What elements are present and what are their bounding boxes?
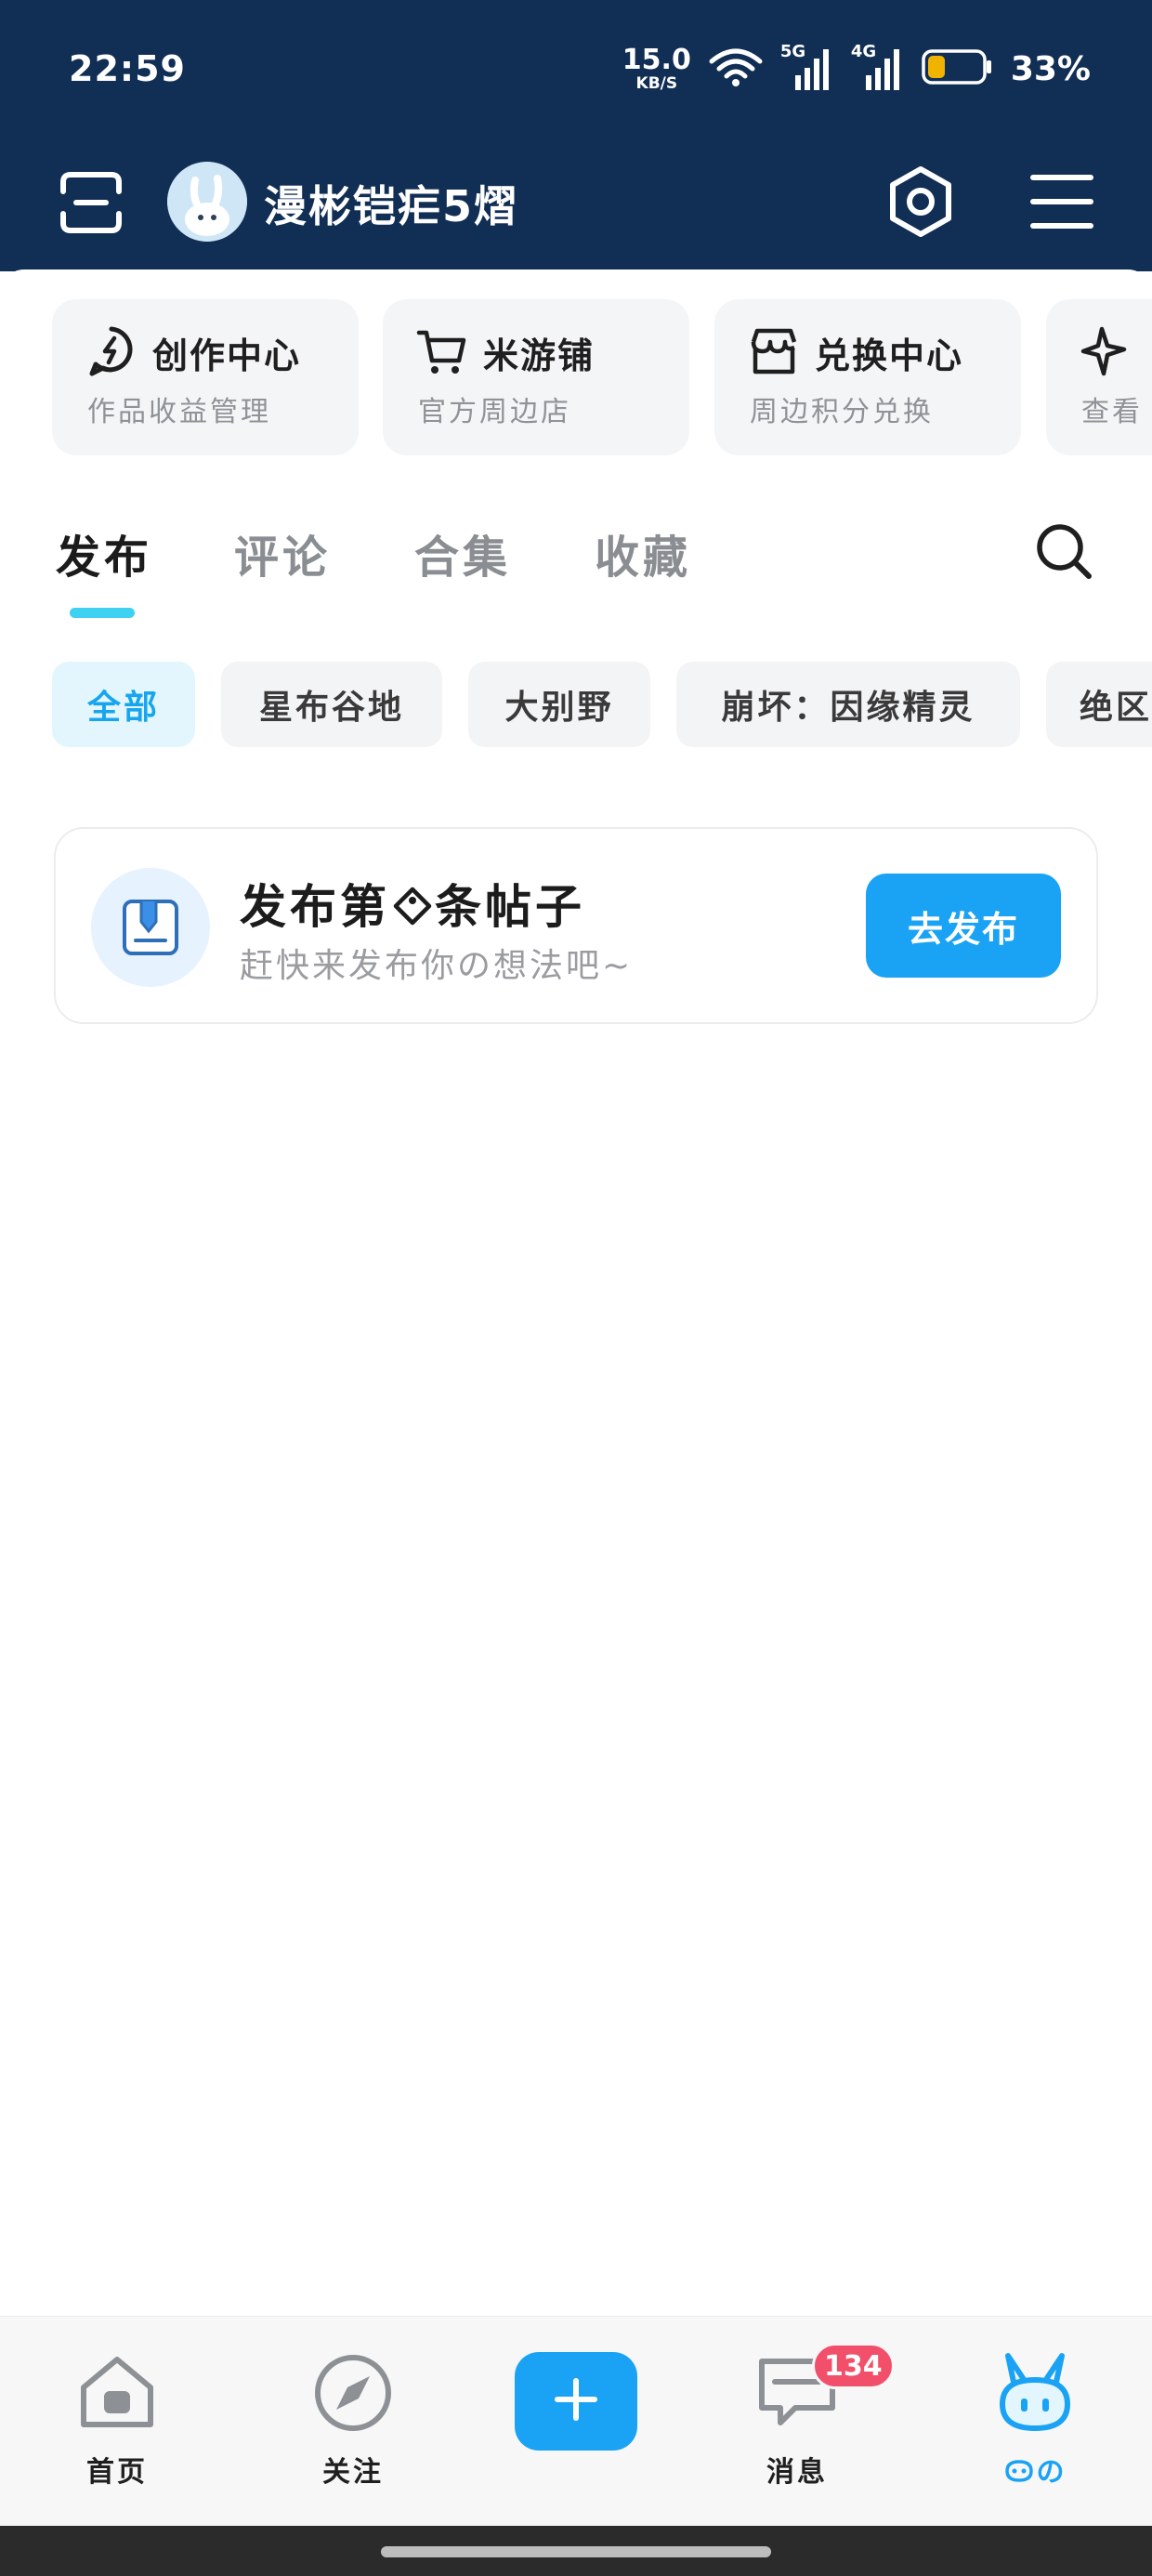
quick-links-row: 创作中心 作品收益管理 米游铺 官方周边店 兑换中心 周边积分兑换 查看 <box>52 299 1152 455</box>
quick-link-title: 创作中心 <box>152 335 302 376</box>
status-time: 22:59 <box>69 48 186 89</box>
search-button[interactable] <box>1033 522 1094 584</box>
sparkle-icon <box>1080 325 1132 377</box>
nav-follow[interactable]: 关注 <box>260 2317 446 2527</box>
profile-topbar: 漫彬铠疟5熠 <box>0 149 1152 260</box>
scan-button[interactable] <box>54 167 128 242</box>
home-icon <box>72 2348 162 2438</box>
post-book-icon <box>91 868 210 987</box>
post-prompt-subtitle: 赶快来发布你の想法吧~ <box>240 947 634 985</box>
nav-me[interactable]: の <box>942 2317 1128 2527</box>
mini-bunny-icon <box>1003 2457 1035 2490</box>
status-indicators: 15.0 KB/S 5G 4G 33% <box>622 42 1091 95</box>
quick-link-subtitle: 官方周边店 <box>418 396 571 428</box>
nav-label: の <box>942 2449 1128 2490</box>
signal-5g-icon: 5G <box>780 42 834 92</box>
tab-collections[interactable]: 合集 <box>414 520 511 585</box>
bunny-avatar-icon <box>167 162 247 242</box>
nav-label: 消息 <box>766 2456 828 2489</box>
battery-icon <box>922 48 994 89</box>
network-speed-unit: KB/S <box>635 73 678 93</box>
lightning-bulb-icon <box>85 325 137 377</box>
status-bar: 22:59 15.0 KB/S 5G 4G 33% <box>0 0 1152 139</box>
avatar[interactable] <box>167 162 247 242</box>
quick-link-subtitle: 作品收益管理 <box>87 396 271 428</box>
tag-icon <box>392 884 433 938</box>
first-post-prompt: 发布第 条帖子 赶快来发布你の想法吧~ 去发布 <box>54 827 1098 1024</box>
quick-link-creator-center[interactable]: 创作中心 作品收益管理 <box>52 299 359 455</box>
go-publish-button[interactable]: 去发布 <box>866 874 1061 978</box>
tab-publish[interactable]: 发布 <box>56 520 152 585</box>
cart-icon <box>416 325 468 377</box>
chip-all[interactable]: 全部 <box>52 662 195 747</box>
quick-link-title: 兑换中心 <box>815 335 964 376</box>
signal-4g-icon: 4G <box>851 42 905 92</box>
compass-icon <box>308 2348 398 2438</box>
search-icon <box>1033 520 1094 585</box>
post-prompt-title: 发布第 条帖子 <box>240 870 585 938</box>
bunny-icon <box>990 2348 1080 2438</box>
settings-hexagon-icon <box>883 164 959 243</box>
chip-zone[interactable]: 绝区 <box>1046 662 1152 747</box>
quick-link-title: 米游铺 <box>483 335 596 376</box>
create-post-button[interactable] <box>515 2352 637 2451</box>
tab-favorites[interactable]: 收藏 <box>595 520 691 585</box>
message-count-badge: 134 <box>812 2343 895 2389</box>
settings-button[interactable] <box>879 162 962 245</box>
nav-home[interactable]: 首页 <box>24 2317 210 2527</box>
quick-link-subtitle: 周边积分兑换 <box>750 396 934 428</box>
battery-percent: 33% <box>1010 49 1091 88</box>
category-chips: 全部 星布谷地 大别野 崩坏：因缘精灵 绝区 <box>52 662 1152 747</box>
menu-button[interactable] <box>1020 162 1104 245</box>
bottom-navigation: 首页 关注 消息 134 の <box>0 2316 1152 2526</box>
post-prompt-title-suffix: 条帖子 <box>435 880 585 934</box>
username[interactable]: 漫彬铠疟5熠 <box>264 173 518 234</box>
hamburger-menu-icon <box>1029 172 1094 235</box>
shop-icon <box>748 325 800 377</box>
quick-link-shop[interactable]: 米游铺 官方周边店 <box>383 299 689 455</box>
post-prompt-title-prefix: 发布第 <box>240 880 390 934</box>
quick-link-partial[interactable]: 查看 <box>1046 299 1152 455</box>
chip-stardew[interactable]: 星布谷地 <box>221 662 442 747</box>
wifi-icon <box>708 46 764 91</box>
plus-icon <box>554 2377 598 2425</box>
gesture-handle[interactable] <box>381 2546 771 2557</box>
scan-icon <box>58 169 124 240</box>
tab-comments[interactable]: 评论 <box>234 520 331 585</box>
profile-tabs: 发布 评论 合集 收藏 <box>0 520 1152 623</box>
nav-label: 关注 <box>322 2456 384 2489</box>
quick-link-subtitle: 查看 <box>1081 396 1143 428</box>
quick-link-exchange-center[interactable]: 兑换中心 周边积分兑换 <box>714 299 1021 455</box>
profile-content: 创作中心 作品收益管理 米游铺 官方周边店 兑换中心 周边积分兑换 查看 发布 … <box>0 269 1152 2314</box>
nav-label: 首页 <box>86 2456 148 2489</box>
active-tab-indicator <box>70 608 135 618</box>
system-gesture-bar <box>0 2526 1152 2576</box>
nav-me-label-text: の <box>1036 2456 1067 2489</box>
network-speed: 15.0 KB/S <box>622 46 691 92</box>
network-speed-value: 15.0 <box>622 43 691 76</box>
chip-villa[interactable]: 大别野 <box>468 662 650 747</box>
app-header: 22:59 15.0 KB/S 5G 4G 33% 漫彬铠疟5熠 <box>0 0 1152 271</box>
chip-honkai-spirits[interactable]: 崩坏：因缘精灵 <box>676 662 1020 747</box>
